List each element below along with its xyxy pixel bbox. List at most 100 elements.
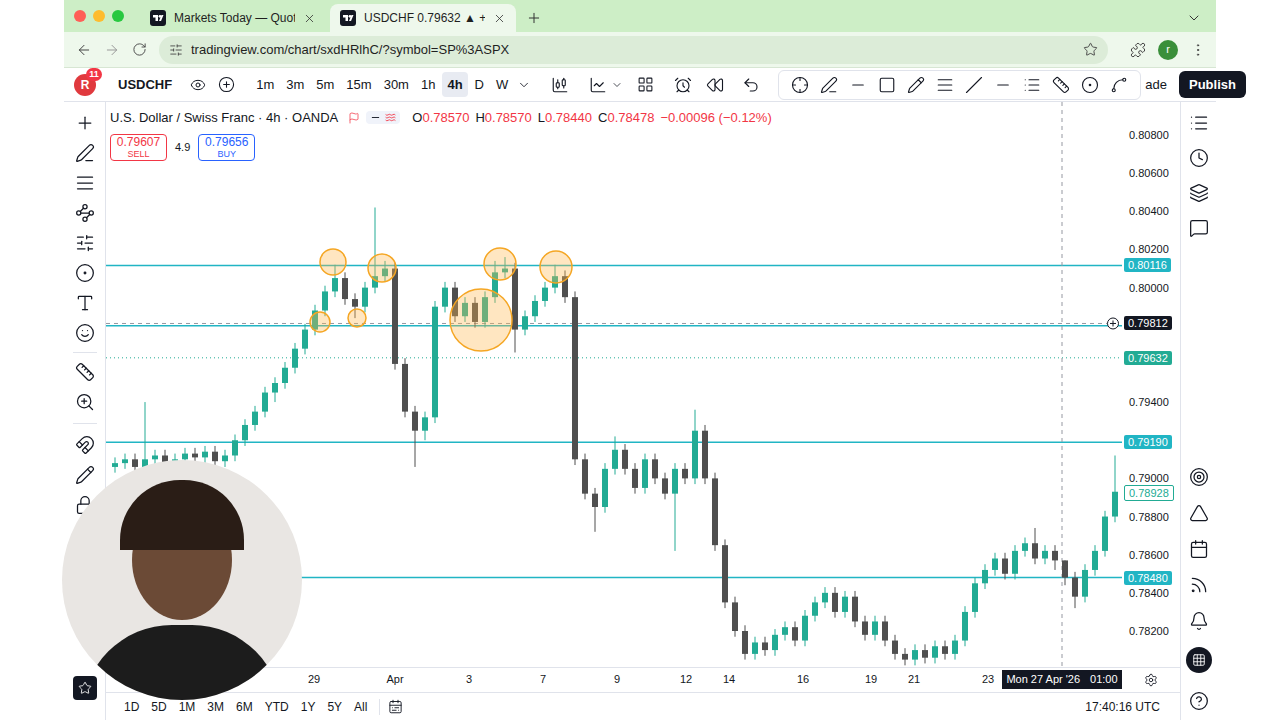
- profile-avatar[interactable]: r: [1158, 40, 1178, 60]
- crosshair-tool-icon[interactable]: [791, 76, 809, 94]
- circle-annotation[interactable]: [320, 249, 346, 275]
- measure-icon[interactable]: [75, 362, 95, 382]
- horizontal-ray-icon[interactable]: [994, 76, 1012, 94]
- add-alert-icon[interactable]: [1108, 318, 1119, 329]
- floating-drawing-toolbar[interactable]: [778, 70, 1141, 100]
- chart-settings-icon[interactable]: [1144, 673, 1158, 687]
- help-icon[interactable]: [1189, 691, 1209, 711]
- drawing-mode-icon[interactable]: [75, 465, 95, 485]
- back-arrow-icon[interactable]: [76, 42, 92, 58]
- circle-tool-icon[interactable]: [1081, 76, 1099, 94]
- chat-icon[interactable]: [1189, 218, 1209, 238]
- circle-annotation[interactable]: [348, 309, 366, 327]
- symbol-search[interactable]: USDCHF: [110, 72, 180, 98]
- undo-icon[interactable]: [742, 76, 760, 94]
- alerts-clock-icon[interactable]: [1189, 148, 1209, 168]
- browser-tab[interactable]: Markets Today — Quotes, Ch: [140, 4, 326, 32]
- indicators-dropdown-icon[interactable]: [611, 79, 623, 91]
- fib-icon[interactable]: [1023, 76, 1041, 94]
- alert-icon[interactable]: [674, 76, 692, 94]
- forward-arrow-icon[interactable]: [104, 42, 120, 58]
- trend-line-icon[interactable]: [820, 76, 838, 94]
- watchlist-icon[interactable]: [1189, 113, 1209, 133]
- fib-tool-icon[interactable]: [75, 173, 95, 193]
- pine-icon[interactable]: [1189, 503, 1209, 523]
- horizontal-level-line[interactable]: [106, 325, 1122, 327]
- text-tool-icon[interactable]: [75, 293, 95, 313]
- interval-button[interactable]: 4h: [442, 72, 467, 98]
- interval-button[interactable]: 30m: [379, 72, 414, 98]
- clock[interactable]: 17:40:16 UTC: [1085, 698, 1160, 716]
- watch-symbol-icon[interactable]: [190, 77, 206, 93]
- vertical-line-icon[interactable]: [1052, 76, 1070, 94]
- indicators-icon[interactable]: [589, 76, 607, 94]
- compare-symbol-icon[interactable]: [218, 76, 235, 93]
- rectangle-icon[interactable]: [878, 76, 896, 94]
- products-button[interactable]: [1186, 647, 1212, 673]
- ray-icon[interactable]: [965, 76, 983, 94]
- sell-button[interactable]: 0.79607SELL: [110, 134, 167, 161]
- symbol-title[interactable]: U.S. Dollar / Swiss Franc · 4h · OANDA: [110, 108, 338, 128]
- interval-button[interactable]: 3m: [281, 72, 309, 98]
- extensions-icon[interactable]: [1130, 42, 1146, 58]
- replay-icon[interactable]: [706, 76, 724, 94]
- interval-button[interactable]: 5m: [311, 72, 339, 98]
- plus-icon[interactable]: [526, 10, 542, 26]
- close-window-icon[interactable]: [74, 10, 86, 22]
- new-tab-button[interactable]: [520, 4, 548, 32]
- horizontal-level-line[interactable]: [106, 265, 1122, 267]
- tab-search-button[interactable]: [1186, 4, 1206, 32]
- news-icon[interactable]: [1189, 575, 1209, 595]
- publish-button[interactable]: Publish: [1179, 71, 1246, 99]
- interval-button[interactable]: 1m: [251, 72, 279, 98]
- path-tool-icon[interactable]: [1110, 76, 1128, 94]
- layout-icon[interactable]: [637, 76, 654, 93]
- price-axis[interactable]: 0.808000.806000.804000.802000.800000.794…: [1122, 102, 1180, 667]
- range-button[interactable]: YTD: [261, 698, 293, 716]
- circle-annotation[interactable]: [540, 251, 572, 283]
- browser-tab[interactable]: USDCHF 0.79632 ▲ +0.86%: [330, 4, 516, 32]
- range-button[interactable]: 1Y: [297, 698, 320, 716]
- circle-annotation[interactable]: [450, 289, 512, 351]
- reload-icon[interactable]: [132, 42, 147, 57]
- notifications-icon[interactable]: [1189, 611, 1209, 631]
- close-tab-icon[interactable]: [493, 12, 506, 25]
- trend-line-tool-icon[interactable]: [75, 143, 95, 163]
- icons-tool-icon[interactable]: [75, 323, 95, 343]
- cross-cursor-icon[interactable]: [75, 113, 95, 133]
- interval-button[interactable]: W: [491, 72, 513, 98]
- buy-button[interactable]: 0.79656BUY: [198, 134, 255, 161]
- parallel-lines-icon[interactable]: [936, 76, 954, 94]
- horizontal-line-icon[interactable]: [849, 76, 867, 94]
- screener-icon[interactable]: [1189, 467, 1209, 487]
- circle-annotation[interactable]: [310, 312, 330, 332]
- object-tree-icon[interactable]: [1189, 183, 1209, 203]
- range-button[interactable]: All: [350, 698, 371, 716]
- horizontal-level-line[interactable]: [106, 441, 1122, 443]
- zoom-in-icon[interactable]: [75, 392, 95, 412]
- chevron-down-icon[interactable]: [1186, 10, 1202, 26]
- range-button[interactable]: 3M: [203, 698, 228, 716]
- range-button[interactable]: 1D: [120, 698, 143, 716]
- interval-button[interactable]: 1h: [416, 72, 440, 98]
- range-button[interactable]: 5D: [147, 698, 170, 716]
- interval-button[interactable]: D: [470, 72, 489, 98]
- range-button[interactable]: 6M: [232, 698, 257, 716]
- maximize-window-icon[interactable]: [112, 10, 124, 22]
- brush-icon[interactable]: [907, 76, 925, 94]
- range-button[interactable]: 1M: [175, 698, 200, 716]
- shapes-tool-icon[interactable]: [75, 263, 95, 283]
- range-button[interactable]: 5Y: [323, 698, 346, 716]
- close-tab-icon[interactable]: [303, 12, 316, 25]
- interval-dropdown-icon[interactable]: [517, 78, 531, 92]
- grid-icon[interactable]: [1192, 653, 1206, 667]
- circle-annotation[interactable]: [484, 248, 516, 280]
- pattern-tool-icon[interactable]: [75, 203, 95, 223]
- trade-button[interactable]: ade: [1145, 75, 1167, 95]
- user-avatar[interactable]: R11: [74, 74, 96, 96]
- calendar-icon[interactable]: [1189, 539, 1209, 559]
- bookmark-star-icon[interactable]: [1083, 42, 1098, 57]
- site-info-icon[interactable]: [169, 43, 183, 57]
- forecast-tool-icon[interactable]: [75, 233, 95, 253]
- browser-menu-icon[interactable]: [1190, 42, 1206, 58]
